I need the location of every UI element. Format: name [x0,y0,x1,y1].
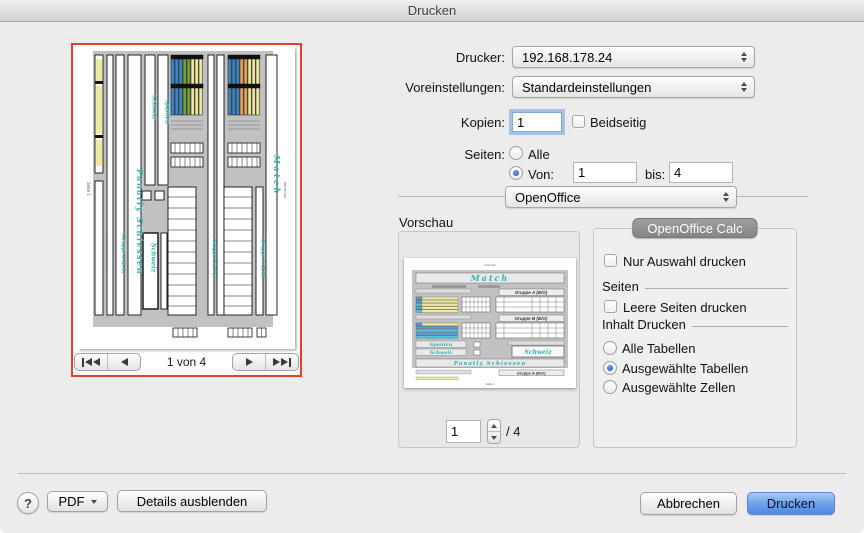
down-arrow-icon [91,500,97,504]
calc-options-groupbox: OpenOffice Calc Nur Auswahl drucken Seit… [593,228,797,448]
empty-pages-checkbox[interactable] [604,300,617,313]
stepper-down-icon[interactable] [488,432,500,443]
section-rule [692,326,788,327]
up-down-arrows-icon [723,192,730,202]
thumb-title-match: Match [470,273,509,283]
pages-from-label: Von: [528,167,554,182]
preview-document-thumbnail: Vorrunde Match Gruppe A (B/G) [404,258,576,388]
skip-to-last-icon [289,358,291,367]
thumb-label-gruppe-a-1: Gruppe A (B/G) [515,290,548,295]
selected-cells-radio[interactable] [603,380,617,394]
footer-divider [18,473,846,474]
selected-tables-radio[interactable] [603,361,617,375]
printer-popup[interactable]: 192.168.178.24 [512,46,755,68]
pages-range-radio[interactable] [509,166,523,180]
cancel-label: Abbrechen [657,496,720,511]
thumb-label-seite: Seite 1 [486,382,495,386]
printer-popup-value: 192.168.178.24 [522,50,741,65]
duplex-label: Beidseitig [590,115,646,130]
doc-title-penalty: Panatly Schiessen [135,168,145,275]
cancel-button[interactable]: Abbrechen [640,492,737,515]
presets-label: Voreinstellungen: [335,80,505,95]
up-down-arrows-icon [741,82,748,92]
pages-section-header: Seiten [602,279,788,294]
next-page-button[interactable] [233,354,266,370]
calc-tab: OpenOffice Calc [632,218,757,238]
stepper-up-icon[interactable] [488,420,500,432]
app-section-popup-value: OpenOffice [515,190,723,205]
only-selection-label: Nur Auswahl drucken [623,254,746,269]
hide-details-label: Details ausblenden [137,494,248,509]
title-bar: Drucken [0,0,864,22]
thumb-label-gruppe-b: Gruppe B (B/G) [515,316,548,321]
vorschau-page-total: / 4 [506,424,520,439]
duplex-checkbox[interactable] [572,115,585,128]
vorschau-panel: Vorrunde Match Gruppe A (B/G) [398,231,580,448]
doc-label-vorrunde: Vorrunde [283,182,287,198]
thumb-label-schweiz-right: Schweiz [524,349,552,356]
vorschau-page-stepper[interactable] [487,419,501,444]
doc-label-spanien: Spanien [164,99,170,124]
vorschau-title: Vorschau [399,215,453,230]
app-section-popup[interactable]: OpenOffice [505,186,737,208]
dialog-title: Drucken [408,3,456,18]
pages-to-label: bis: [645,167,665,182]
doc-label-schweiz-top: Schweiz [151,95,157,121]
doc-label-seite: Seite 1 [86,182,91,196]
print-button[interactable]: Drucken [747,492,835,515]
question-mark-icon: ? [24,496,32,511]
next-page-icon [246,358,253,366]
print-dialog: Drucken Seite 1 Vorrunde [0,0,864,533]
preview-document-rotated: Seite 1 Vorrunde [78,47,295,349]
thumb-label-spanien: Spanien [430,342,453,348]
doc-label-gruppe-a-2: Gruppe A (B/G) [260,239,267,278]
print-preview-frame: Seite 1 Vorrunde [71,43,302,377]
help-button[interactable]: ? [17,492,39,514]
section-rule [645,288,788,289]
skip-to-last-icon [281,358,288,366]
vorschau-thumbnail: Vorrunde Match Gruppe A (B/G) [404,258,576,388]
print-label: Drucken [767,496,815,511]
print-preview-page: Seite 1 Vorrunde [78,47,295,349]
doc-label-gruppe-b: Gruppe B (B/G) [211,239,218,278]
pdf-menu-button[interactable]: PDF [47,491,108,512]
up-down-arrows-icon [741,52,748,62]
thumb-label-gruppe-a-2: Gruppe A (B/G) [517,370,546,375]
pages-all-label: Alle [528,147,550,162]
content-section-title: Inhalt Drucken [602,317,686,332]
all-tables-label: Alle Tabellen [622,341,695,356]
thumb-label-vorrunde: Vorrunde [484,263,496,267]
thumb-title-penalty: Panatly Schiessen [453,361,526,367]
presets-popup-value: Standardeinstellungen [522,80,741,95]
printer-label: Drucker: [335,50,505,65]
thumb-label-schweiz-left: Schweiz [430,350,453,356]
pages-section-title: Seiten [602,279,639,294]
pdf-button-label: PDF [59,494,85,509]
hide-details-button[interactable]: Details ausblenden [117,490,267,512]
skip-to-last-icon [273,358,280,366]
selected-cells-label: Ausgewählte Zellen [622,380,735,395]
doc-label-gruppe-a-1: Gruppe A (B/G) [120,235,127,274]
last-page-button[interactable] [266,354,298,370]
pages-to-input[interactable] [669,162,733,183]
copies-input[interactable] [512,112,562,132]
preview-nav-forward-group [232,353,299,371]
doc-title-match: Match [272,154,282,196]
all-tables-radio[interactable] [603,341,617,355]
pages-label: Seiten: [335,147,505,162]
only-selection-checkbox[interactable] [604,254,617,267]
doc-label-schweiz-bottom: Schweiz [150,243,158,273]
content-section-header: Inhalt Drucken [602,317,788,332]
pages-all-radio[interactable] [509,146,523,160]
pages-from-input[interactable] [573,162,637,183]
vorschau-page-input[interactable] [446,420,481,443]
empty-pages-label: Leere Seiten drucken [623,300,747,315]
presets-popup[interactable]: Standardeinstellungen [512,76,755,98]
selected-tables-label: Ausgewählte Tabellen [622,361,748,376]
copies-label: Kopien: [335,115,505,130]
